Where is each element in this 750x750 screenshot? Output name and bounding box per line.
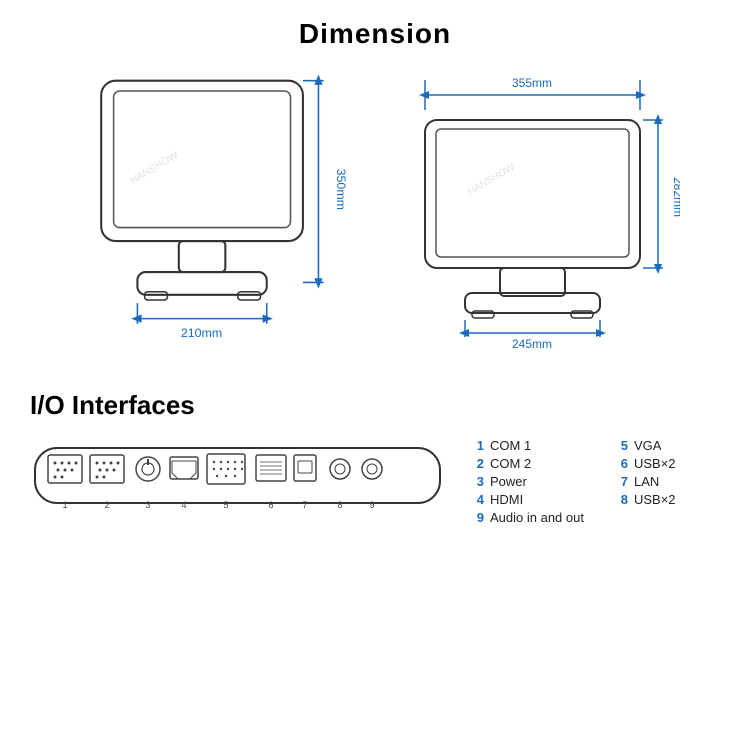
legend-num: 2: [470, 456, 484, 471]
legend-item: 4 HDMI: [470, 492, 584, 507]
legend-item: 6 USB×2: [614, 456, 720, 471]
legend-label: HDMI: [490, 492, 523, 507]
svg-text:HANSHOW: HANSHOW: [128, 150, 180, 187]
io-section: I/O Interfaces 1: [0, 390, 750, 528]
front-diagram: 350mm 210mm HANSHOW: [70, 60, 360, 360]
svg-text:245mm: 245mm: [512, 337, 552, 351]
legend-item: 9 Audio in and out: [470, 510, 584, 525]
svg-text:9: 9: [369, 500, 374, 510]
legend-item: 3 Power: [470, 474, 584, 489]
legend-label: VGA: [634, 438, 661, 453]
legend-label: USB×2: [634, 456, 676, 471]
svg-text:2: 2: [104, 500, 109, 510]
legend-item: 7 LAN: [614, 474, 720, 489]
svg-text:5: 5: [223, 500, 228, 510]
svg-text:282mm: 282mm: [671, 177, 680, 217]
svg-text:1: 1: [62, 500, 67, 510]
legend-num: 7: [614, 474, 628, 489]
svg-text:4: 4: [181, 500, 186, 510]
legend-label: LAN: [634, 474, 659, 489]
svg-text:6: 6: [268, 500, 273, 510]
legend-num: 5: [614, 438, 628, 453]
legend-num: 1: [470, 438, 484, 453]
svg-text:7: 7: [302, 500, 307, 510]
legend-item: 2 COM 2: [470, 456, 584, 471]
svg-text:3: 3: [145, 500, 150, 510]
legend-item: 1 COM 1: [470, 438, 584, 453]
svg-text:8: 8: [337, 500, 342, 510]
dimension-section: 350mm 210mm HANSHOW: [0, 60, 750, 360]
legend-label: USB×2: [634, 492, 676, 507]
svg-text:350mm: 350mm: [334, 169, 348, 210]
legend-num: 9: [470, 510, 484, 525]
svg-text:HANSHOW: HANSHOW: [466, 162, 517, 198]
io-diagram: 1 2 3: [30, 433, 450, 528]
legend-item: 5 VGA: [614, 438, 720, 453]
svg-text:210mm: 210mm: [181, 326, 222, 340]
legend-num: 4: [470, 492, 484, 507]
legend-label: COM 1: [490, 438, 531, 453]
legend-label: Power: [490, 474, 527, 489]
side-diagram: 355mm 282mm 245mm HANSHOW: [400, 60, 680, 360]
legend-item: 8 USB×2: [614, 492, 720, 507]
legend-num: 3: [470, 474, 484, 489]
legend-num: 8: [614, 492, 628, 507]
legend-label: Audio in and out: [490, 510, 584, 525]
page-title: Dimension: [0, 0, 750, 50]
svg-text:355mm: 355mm: [512, 76, 552, 90]
io-title: I/O Interfaces: [30, 390, 720, 421]
io-legend: 1 COM 1 5 VGA 2 COM 2 6 USB×2 3 Power 7 LAN 4 HDMI 8 US…: [470, 438, 720, 525]
legend-num: 6: [614, 456, 628, 471]
legend-label: COM 2: [490, 456, 531, 471]
